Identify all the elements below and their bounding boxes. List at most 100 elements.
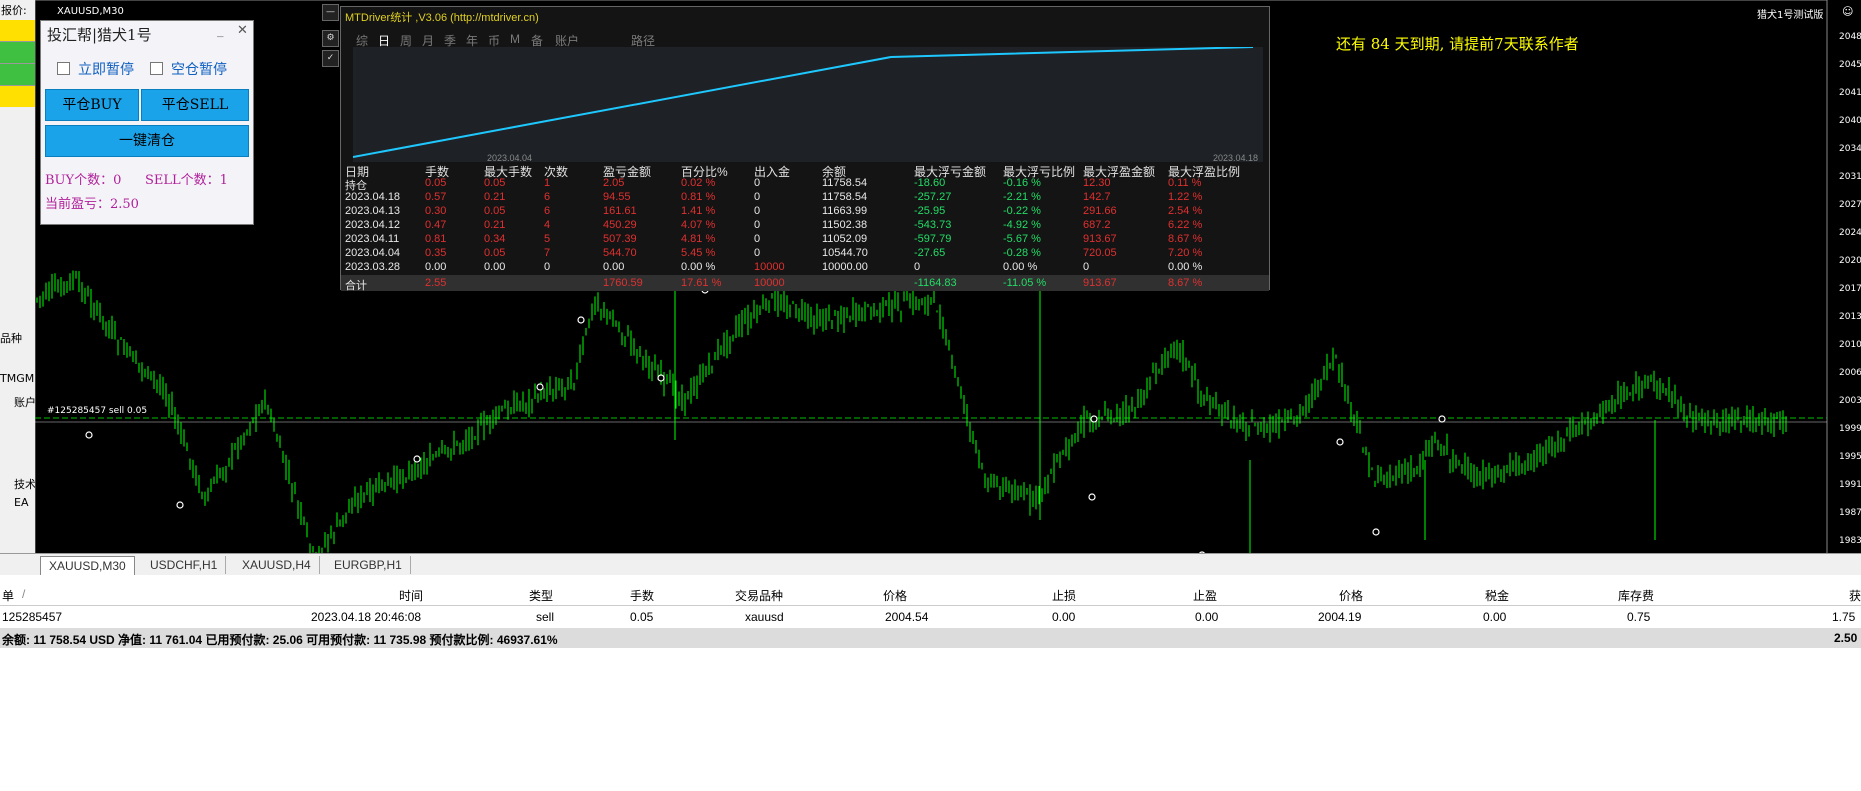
stats-total-cell: 913.67 <box>1083 277 1117 289</box>
col-order[interactable]: 单 <box>2 587 14 604</box>
trade-marker <box>1088 493 1096 501</box>
chart-side-buttons: — ⚙ ✓ <box>322 4 339 67</box>
order-lots: 0.05 <box>630 610 654 624</box>
order-type: sell <box>536 610 555 624</box>
stats-total-row <box>341 275 1269 291</box>
stats-cell: 2023.04.04 <box>345 247 401 259</box>
stats-cell: -4.92 % <box>1003 219 1041 231</box>
balance-row: 余额: 11 758.54 USD 净值: 11 761.04 已用预付款: 2… <box>0 628 1861 648</box>
stats-total-cell: 2.55 <box>425 277 447 289</box>
indicators-label[interactable]: 技术 <box>14 476 36 492</box>
close-buy-button[interactable]: 平仓BUY <box>45 89 139 121</box>
minus-icon[interactable]: — <box>322 4 339 21</box>
stats-cell: 450.29 <box>603 219 637 231</box>
close-button[interactable]: ✕ <box>237 23 248 38</box>
stats-total-cell: 8.67 % <box>1168 277 1203 289</box>
balance-summary: 余额: 11 758.54 USD 净值: 11 761.04 已用预付款: 2… <box>2 633 558 647</box>
stats-cell: 0 <box>754 247 761 259</box>
close-all-button[interactable]: 一键清仓 <box>45 125 249 157</box>
order-symbol: xauusd <box>745 610 784 624</box>
col-type[interactable]: 类型 <box>529 587 553 604</box>
table-row[interactable]: 125285457 2023.04.18 20:46:08 sell 0.05 … <box>0 607 1861 627</box>
stats-cell: 12.30 <box>1083 177 1111 189</box>
price-axis-label: 2010 <box>1839 340 1861 350</box>
stats-cell: 0.47 <box>425 219 447 231</box>
close-sell-button[interactable]: 平仓SELL <box>141 89 249 121</box>
stats-cell: 94.55 <box>603 191 631 203</box>
broker-label[interactable]: TMGM <box>0 372 34 385</box>
stats-cell: 0.05 <box>425 177 447 189</box>
stats-cell: 0.02 % <box>681 177 716 189</box>
col-sort[interactable]: / <box>22 587 25 601</box>
stats-cell: 0.81 <box>425 233 447 245</box>
ea-label[interactable]: EA <box>14 496 28 509</box>
checkbox-box[interactable] <box>57 62 70 75</box>
price-axis-label: 2045 <box>1839 60 1861 70</box>
price-axis-label: 1991 <box>1839 480 1861 490</box>
settings-icon[interactable]: ⚙ <box>322 30 339 47</box>
price-axis-label: 2048 <box>1839 32 1861 42</box>
navigator-panel: 报价: 品种 TMGM 账户 技术 EA 脚本 用 <box>0 0 36 667</box>
col-swap[interactable]: 库存费 <box>1618 587 1654 604</box>
col-sl[interactable]: 止损 <box>1052 587 1076 604</box>
col-tp[interactable]: 止盈 <box>1193 587 1217 604</box>
trade-marker <box>1372 528 1380 536</box>
stats-cell: -0.28 % <box>1003 247 1041 259</box>
stats-cell: 720.05 <box>1083 247 1117 259</box>
col-tax[interactable]: 税金 <box>1485 587 1509 604</box>
terminal-panel: 单 / 时间 类型 手数 交易品种 价格 止损 止盈 价格 税金 库存费 获 1… <box>0 575 1861 791</box>
stats-cell: 0 <box>754 177 761 189</box>
checkmark-icon[interactable]: ✓ <box>322 50 339 67</box>
stats-cell: 11663.99 <box>822 205 868 217</box>
minimize-button[interactable]: _ <box>217 23 224 38</box>
stats-cell: 5.45 % <box>681 247 716 259</box>
price-axis-label: 1987 <box>1839 508 1861 518</box>
stats-cell: 0 <box>544 261 551 273</box>
col-time[interactable]: 时间 <box>399 587 423 604</box>
stats-cell: 7 <box>544 247 551 259</box>
stats-tab[interactable]: M <box>510 32 520 46</box>
price-axis-label: 2024 <box>1839 228 1861 238</box>
stats-cell: 8.67 % <box>1168 233 1203 245</box>
trade-marker <box>413 455 421 463</box>
pause-now-checkbox[interactable]: 立即暂停 <box>57 59 134 79</box>
stats-cell: -2.21 % <box>1003 191 1041 203</box>
stats-cell: 0 <box>754 205 761 217</box>
price-axis-label: 2041 <box>1839 88 1861 98</box>
stats-cell: 6.22 % <box>1168 219 1203 231</box>
order-swap: 0.75 <box>1627 610 1651 624</box>
pause-flat-checkbox[interactable]: 空仓暂停 <box>150 59 227 79</box>
chart-tab-xauusd-h4[interactable]: XAUUSD,H4 <box>234 556 320 574</box>
stats-cell: 0.30 <box>425 205 447 217</box>
col-profit[interactable]: 获 <box>1849 587 1861 604</box>
checkbox-box[interactable] <box>150 62 163 75</box>
panel-title: 投汇帮|猎犬1号 <box>47 26 152 44</box>
price-axis-label: 1995 <box>1839 452 1861 462</box>
col-lots[interactable]: 手数 <box>630 587 654 604</box>
trade-marker <box>1438 415 1446 423</box>
chart-tab-eurgbp-h1[interactable]: EURGBP,H1 <box>326 556 411 574</box>
stats-cell: 6 <box>544 191 551 203</box>
stats-cell: -18.60 <box>914 177 946 189</box>
chart-tab-xauusd-m30[interactable]: XAUUSD,M30 <box>40 556 135 575</box>
trade-marker <box>577 316 585 324</box>
stats-cell: -25.95 <box>914 205 946 217</box>
stats-cell: -5.67 % <box>1003 233 1041 245</box>
chart-tab-usdchf-h1[interactable]: USDCHF,H1 <box>142 556 227 574</box>
stats-cell: 0.00 <box>484 261 506 273</box>
col-price[interactable]: 价格 <box>883 587 907 604</box>
stats-cell: -257.27 <box>914 191 952 203</box>
col-symbol[interactable]: 交易品种 <box>735 587 783 604</box>
price-axis-label: 2027 <box>1839 200 1861 210</box>
stats-cell: 913.67 <box>1083 233 1117 245</box>
stats-cell: 11502.38 <box>822 219 868 231</box>
order-price: 2004.54 <box>885 610 929 624</box>
account-label[interactable]: 账户 <box>14 394 36 410</box>
trade-marker <box>657 374 665 382</box>
col-current-price[interactable]: 价格 <box>1339 587 1363 604</box>
stats-cell: -0.16 % <box>1003 177 1041 189</box>
equity-mini-chart <box>353 47 1263 162</box>
stats-cell: 2023.04.11 <box>345 233 400 245</box>
stats-cell: 142.7 <box>1083 191 1111 203</box>
stats-cell: 0.00 <box>603 261 625 273</box>
